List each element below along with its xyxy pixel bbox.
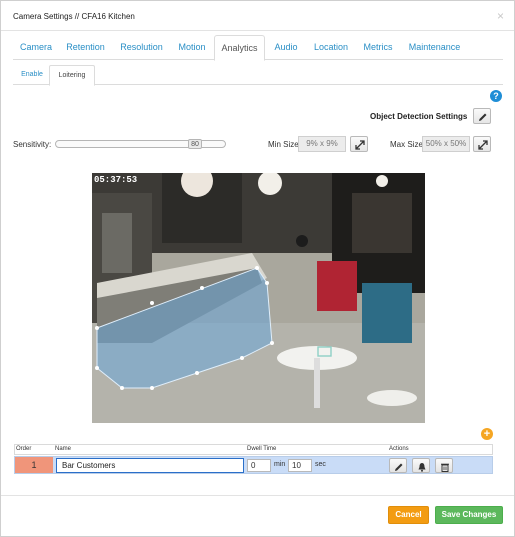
expand-icon — [478, 140, 488, 150]
zone-alert-button[interactable] — [412, 458, 430, 473]
dwell-min-input[interactable] — [247, 459, 271, 472]
subtab-loitering[interactable]: Loitering — [49, 65, 95, 86]
subtab-enable[interactable]: Enable — [15, 65, 49, 85]
edit-zone-button[interactable] — [389, 458, 407, 473]
camera-timestamp: 05:37:53 — [94, 175, 138, 185]
dwell-sec-unit: sec — [315, 461, 326, 468]
max-size-label: Max Size: — [390, 140, 426, 149]
dwell-sec-input[interactable] — [288, 459, 312, 472]
tab-metrics[interactable]: Metrics — [361, 35, 395, 60]
dialog-title: Camera Settings // CFA16 Kitchen — [13, 12, 135, 21]
sensitivity-label: Sensitivity: — [13, 140, 52, 149]
save-changes-button[interactable]: Save Changes — [435, 506, 503, 524]
header-order: Order — [16, 446, 32, 452]
pencil-icon — [479, 113, 487, 121]
zones-table-header: Order Name Dwell Time Actions — [14, 444, 493, 455]
min-size-resize-button[interactable] — [350, 136, 368, 152]
header-actions: Actions — [389, 446, 409, 452]
settings-tabs: Camera Retention Resolution Motion Analy… — [13, 35, 503, 61]
analytics-subtabs: Enable Loitering — [13, 65, 503, 86]
add-zone-button[interactable]: + — [481, 428, 493, 440]
dwell-min-unit: min — [274, 461, 286, 468]
tab-analytics[interactable]: Analytics — [214, 35, 265, 61]
tab-maintenance[interactable]: Maintenance — [406, 35, 463, 60]
tab-camera[interactable]: Camera — [16, 35, 56, 60]
header-name: Name — [55, 446, 72, 452]
delete-zone-button[interactable] — [435, 458, 453, 473]
min-size-value: 9% x 9% — [298, 136, 346, 152]
tab-location[interactable]: Location — [309, 35, 353, 60]
header-dwell-time: Dwell Time — [247, 446, 277, 452]
object-detection-label: Object Detection Settings — [370, 112, 468, 121]
pencil-icon — [395, 463, 403, 471]
max-size-resize-button[interactable] — [473, 136, 491, 152]
dialog-titlebar: Camera Settings // CFA16 Kitchen × — [1, 1, 514, 31]
close-icon[interactable]: × — [497, 9, 504, 23]
zone-name-input[interactable] — [56, 458, 244, 473]
tab-retention[interactable]: Retention — [63, 35, 108, 60]
cancel-button[interactable]: Cancel — [388, 506, 429, 524]
tab-motion[interactable]: Motion — [174, 35, 210, 60]
trash-icon — [441, 463, 449, 472]
camera-preview[interactable]: 05:37:53 — [92, 173, 425, 423]
zone-order: 1 — [15, 457, 53, 473]
tab-audio[interactable]: Audio — [271, 35, 301, 60]
camera-scene — [92, 173, 425, 423]
max-size-value: 50% x 50% — [422, 136, 470, 152]
tab-resolution[interactable]: Resolution — [117, 35, 166, 60]
help-icon[interactable]: ? — [490, 90, 502, 102]
expand-icon — [355, 140, 365, 150]
camera-settings-dialog: Camera Settings // CFA16 Kitchen × Camer… — [0, 0, 515, 537]
min-size-label: Min Size: — [268, 140, 301, 149]
table-row: 1 min sec — [14, 456, 493, 474]
bell-icon — [418, 463, 426, 472]
object-detection-edit-button[interactable] — [473, 108, 491, 124]
sensitivity-slider-handle[interactable]: 80 — [188, 139, 202, 149]
